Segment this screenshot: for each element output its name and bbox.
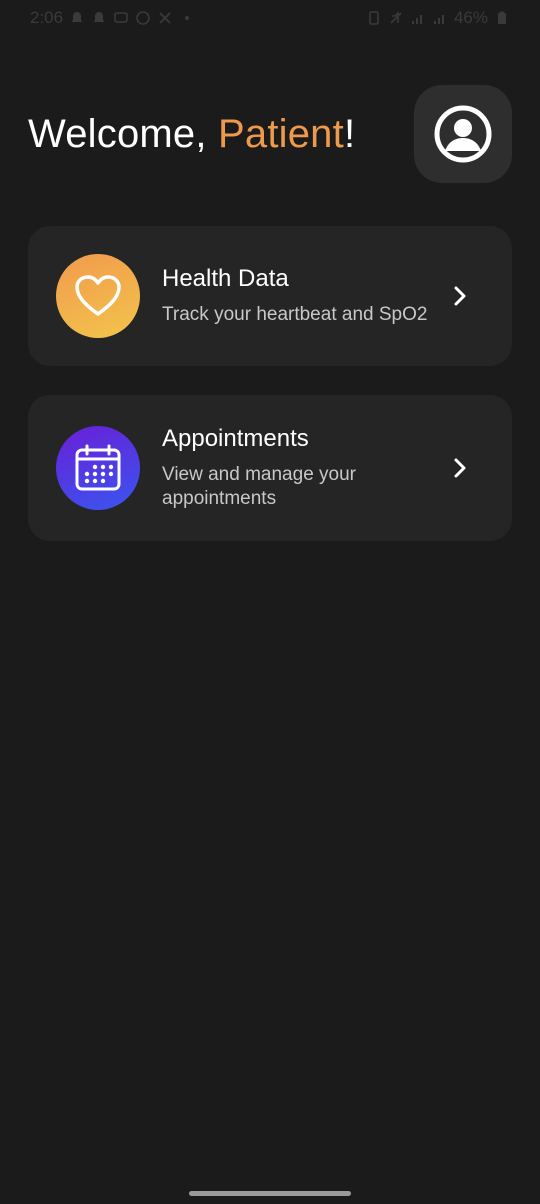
home-indicator[interactable] — [189, 1191, 351, 1196]
message-icon — [113, 10, 129, 26]
signal-icon — [410, 10, 426, 26]
health-data-title: Health Data — [162, 265, 289, 292]
status-left: 2:06 — [30, 8, 195, 28]
notification-icon — [69, 10, 85, 26]
profile-button[interactable] — [414, 85, 512, 183]
appointments-title: Appointments — [162, 425, 309, 452]
chevron-right-icon — [448, 284, 472, 308]
health-data-card[interactable]: Health Data Track your heartbeat and SpO… — [28, 226, 512, 366]
cross-icon — [157, 10, 173, 26]
home-screen: 2:06 46% Welcome, Patient! Health Data T… — [0, 0, 540, 1204]
calendar-icon — [75, 444, 121, 491]
heart-icon — [75, 275, 121, 316]
welcome-name: Patient — [218, 111, 344, 156]
header: Welcome, Patient! — [28, 84, 512, 184]
battery-percent: 46% — [453, 8, 488, 27]
health-data-subtitle: Track your heartbeat and SpO2 — [162, 304, 428, 325]
welcome-greeting: Welcome, — [28, 111, 219, 156]
welcome-title: Welcome, Patient! — [28, 112, 355, 157]
alarm-icon — [366, 10, 382, 26]
notification-icon — [91, 10, 107, 26]
welcome-punctuation: ! — [343, 111, 356, 156]
health-data-text: Health Data Track your heartbeat and SpO… — [162, 265, 448, 327]
mute-icon — [388, 10, 404, 26]
appointments-icon-circle — [56, 426, 140, 510]
status-right: 46% — [366, 8, 510, 28]
signal-icon — [432, 10, 448, 26]
appointments-card[interactable]: Appointments View and manage your appoin… — [28, 395, 512, 541]
appointments-text: Appointments View and manage your appoin… — [162, 425, 448, 511]
whatsapp-icon — [135, 10, 151, 26]
status-time: 2:06 — [30, 8, 64, 27]
status-bar: 2:06 46% — [0, 0, 540, 36]
profile-icon — [434, 105, 492, 163]
dot-icon — [179, 10, 195, 26]
appointments-subtitle: View and manage your appointments — [162, 464, 356, 509]
health-data-icon-circle — [56, 254, 140, 338]
chevron-right-icon — [448, 456, 472, 480]
battery-icon — [494, 10, 510, 26]
